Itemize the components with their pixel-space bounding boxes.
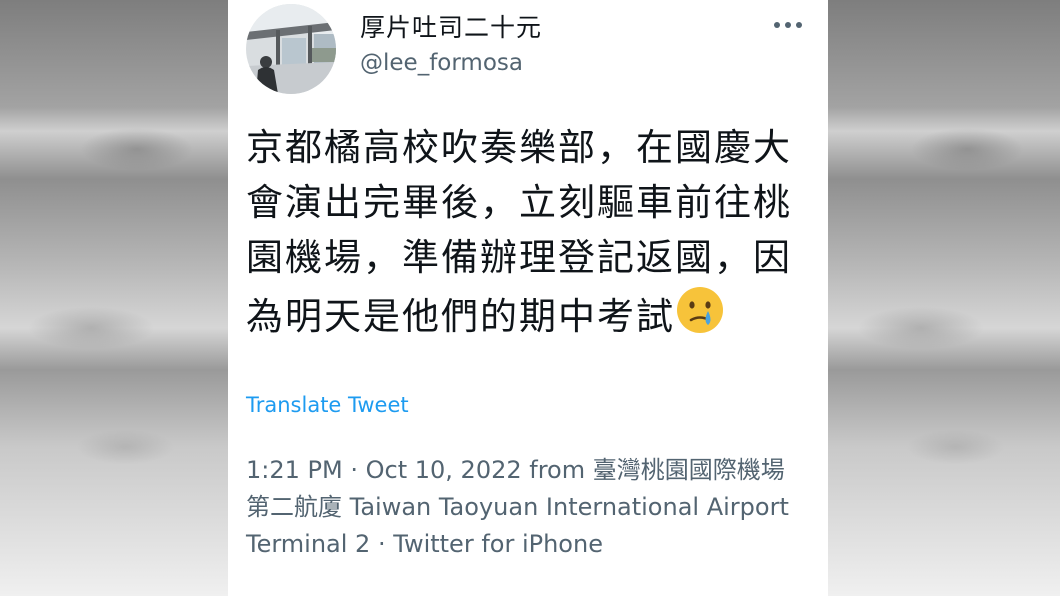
tweet-date[interactable]: Oct 10, 2022 xyxy=(366,456,522,484)
more-options-button[interactable] xyxy=(768,10,808,40)
from-word: from xyxy=(529,456,586,484)
display-name[interactable]: 厚片吐司二十元 xyxy=(360,8,542,44)
blurred-background-right xyxy=(828,0,1060,596)
profile-photo-icon xyxy=(246,4,336,94)
tweet-card: 厚片吐司二十元 @lee_formosa 京都橘高校吹奏樂部，在國慶大會演出完畢… xyxy=(228,0,828,596)
tweet-meta: 1:21 PM · Oct 10, 2022 from 臺灣桃園國際機場第二航廈… xyxy=(246,452,806,563)
tweet-time[interactable]: 1:21 PM xyxy=(246,456,343,484)
crying-face-emoji-icon xyxy=(677,287,723,333)
screen: 厚片吐司二十元 @lee_formosa 京都橘高校吹奏樂部，在國慶大會演出完畢… xyxy=(0,0,1060,596)
handle[interactable]: @lee_formosa xyxy=(360,50,523,76)
translate-tweet-link[interactable]: Translate Tweet xyxy=(246,393,409,417)
avatar[interactable] xyxy=(246,4,336,94)
meta-separator: · xyxy=(350,456,358,484)
blurred-background-left xyxy=(0,0,228,596)
more-horizontal-icon xyxy=(774,22,802,28)
tweet-text: 京都橘高校吹奏樂部，在國慶大會演出完畢後，立刻驅車前往桃園機場，準備辦理登記返國… xyxy=(246,120,812,344)
meta-separator-2: · xyxy=(377,530,386,558)
tweet-client[interactable]: Twitter for iPhone xyxy=(393,530,603,558)
